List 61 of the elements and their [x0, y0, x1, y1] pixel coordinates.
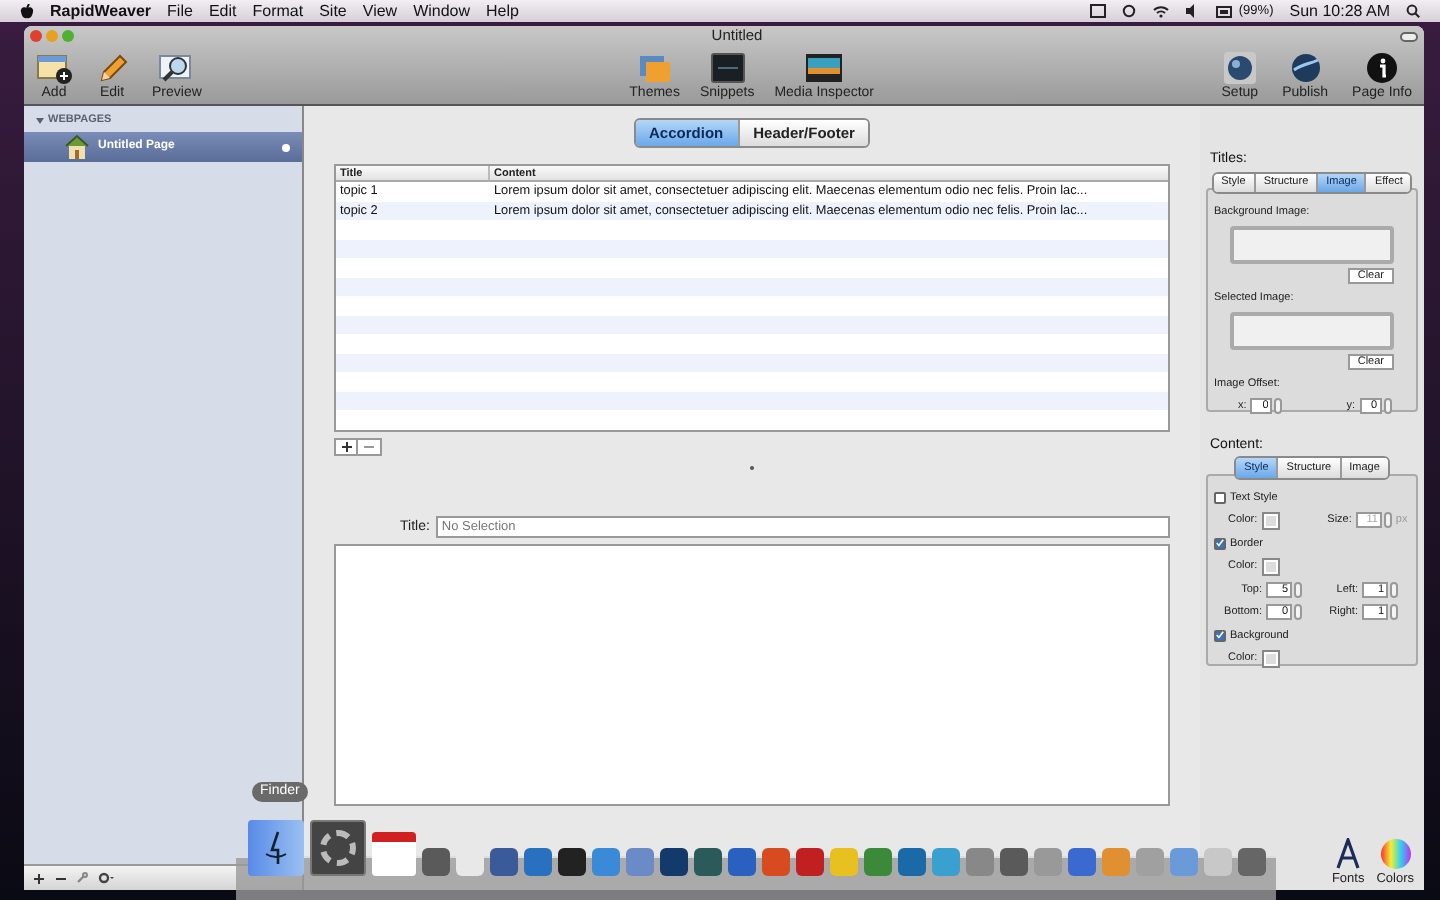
add-button[interactable]	[28, 868, 48, 888]
wifi-icon[interactable]	[1152, 4, 1171, 18]
gear-icon	[98, 872, 114, 884]
clock[interactable]: Sun 10:28 AM	[1289, 0, 1390, 23]
image-well[interactable]	[1230, 312, 1394, 351]
app-icon[interactable]	[1000, 848, 1028, 876]
checkbox[interactable]	[1214, 537, 1226, 550]
folders-icon	[636, 51, 673, 83]
color-swatch[interactable]	[1261, 511, 1280, 530]
app-icon[interactable]	[660, 848, 688, 876]
stepper[interactable]	[1383, 397, 1392, 414]
menu-item[interactable]: File	[167, 0, 193, 23]
color-swatch[interactable]	[1261, 558, 1280, 576]
globe-icon	[1289, 51, 1322, 83]
plus-icon	[33, 873, 43, 883]
calendar-icon[interactable]	[372, 832, 416, 876]
menu-item[interactable]: Edit	[208, 0, 237, 23]
landscape-image-icon	[804, 51, 845, 83]
apple-icon[interactable]	[20, 3, 34, 19]
search-icon[interactable]	[1406, 4, 1420, 18]
battery-icon[interactable]	[1216, 5, 1235, 17]
info-icon	[1366, 51, 1399, 83]
sphere-icon	[1223, 51, 1256, 83]
finder-icon[interactable]	[248, 820, 304, 876]
zoom-button[interactable]	[62, 30, 74, 42]
color-wheel-icon	[1379, 837, 1412, 869]
app-menu[interactable]: RapidWeaver	[50, 0, 152, 23]
pencil-icon	[96, 51, 128, 83]
app-icon[interactable]	[558, 848, 586, 876]
stepper[interactable]	[1274, 397, 1283, 414]
gear-app-icon[interactable]	[310, 820, 366, 876]
checkbox[interactable]	[1214, 491, 1226, 504]
page-add-icon	[36, 51, 72, 83]
minus-icon	[55, 873, 65, 883]
menu-item[interactable]: Window	[413, 0, 471, 23]
minus-icon	[364, 442, 374, 453]
wrench-icon	[76, 872, 88, 884]
add-row-button[interactable]	[334, 438, 358, 457]
magnifier-page-icon	[158, 51, 195, 83]
color-swatch[interactable]	[1261, 649, 1280, 668]
stepper[interactable]	[1383, 512, 1392, 529]
app-icon[interactable]	[694, 848, 722, 876]
app-icon[interactable]	[490, 848, 518, 876]
checkbox[interactable]	[1214, 629, 1226, 642]
checkmark-icon	[1216, 630, 1224, 641]
image-well[interactable]	[1230, 226, 1394, 264]
menu-item[interactable]: Help	[486, 0, 519, 23]
menu-item[interactable]: Format	[252, 0, 304, 23]
split-handle[interactable]	[750, 466, 754, 471]
status-icon[interactable]	[1090, 4, 1107, 18]
plus-icon	[341, 442, 351, 453]
menu-item[interactable]: Site	[319, 0, 347, 23]
toolbar-toggle-icon[interactable]	[1400, 31, 1418, 41]
letter-a-icon	[1334, 837, 1363, 869]
house-icon	[64, 134, 90, 161]
menu-item[interactable]: View	[362, 0, 398, 23]
close-button[interactable]	[30, 30, 42, 42]
disclosure-triangle[interactable]	[36, 117, 44, 124]
app-icon[interactable]	[422, 848, 450, 876]
dark-panel-icon	[709, 51, 746, 83]
checkmark-icon	[1216, 538, 1224, 549]
